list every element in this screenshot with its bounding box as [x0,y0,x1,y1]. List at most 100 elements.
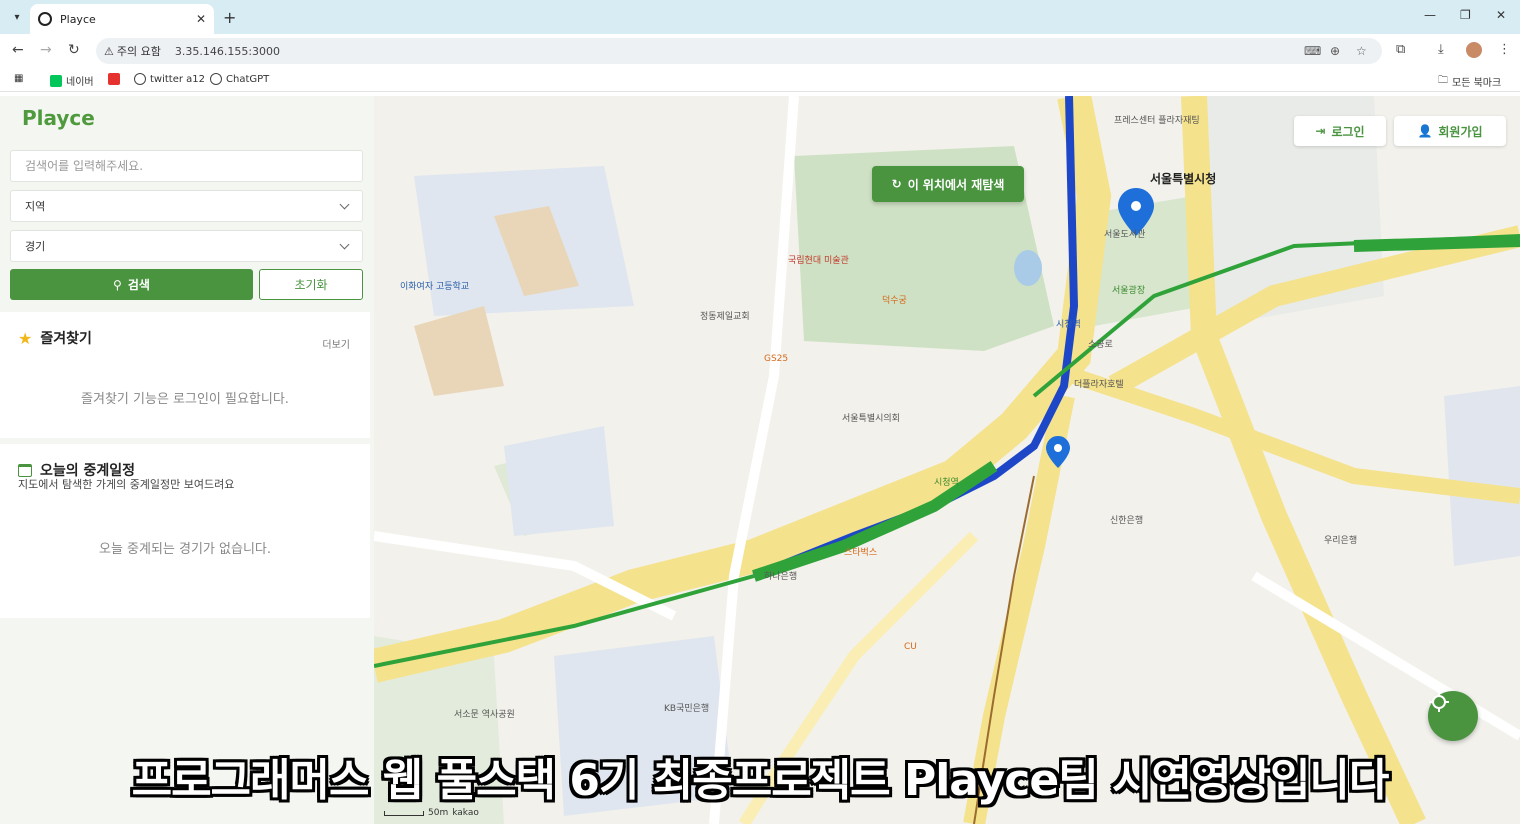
soccer-ball-icon [38,12,52,26]
menu-icon[interactable]: ⋮ [1498,42,1511,57]
side-road [1251,571,1520,741]
label-deoksugung[interactable]: 덕수궁 [882,296,907,307]
label-ewha-school[interactable]: 이화여자 고등학교 [400,282,469,293]
tab-search-icon[interactable]: ▾ [8,8,26,26]
search-input[interactable]: 검색어를 입력해주세요. [10,150,363,182]
label-cu[interactable]: CU [904,642,917,653]
bookmarks-bar: ▦ 네이버 twitter a12 ChatGPT 🗀 모든 북마크 [0,68,1520,92]
sidebar: Playce 검색어를 입력해주세요. 지역 경기 ⚲ 검색 초기화 ★ 즐겨찾… [0,96,374,824]
rescan-button[interactable]: ↻ 이 위치에서 재탐색 [872,166,1024,202]
zoom-icon[interactable]: ⊕ [1330,44,1340,58]
label-woori[interactable]: 우리은행 [1324,536,1357,547]
new-tab-icon[interactable]: + [223,8,236,27]
favorites-more-link[interactable]: 더보기 [322,336,350,351]
label-sogong-ro[interactable]: 소공로 [1088,340,1113,351]
browser-tab[interactable]: Playce ✕ [30,4,214,34]
restore-icon[interactable]: ❐ [1460,8,1471,22]
extensions-icon[interactable]: ⧉ [1396,42,1405,57]
label-city-hall[interactable]: 서울특별시청 [1150,173,1216,185]
map-canvas [374,96,1520,824]
reset-button[interactable]: 초기화 [259,269,363,300]
search-icon: ⚲ [113,277,122,292]
forward-icon[interactable]: → [40,42,52,58]
side-road [709,96,799,824]
security-warning-label: 주의 요함 [116,45,161,58]
app-logo[interactable]: Playce [22,106,95,130]
download-icon[interactable]: ⤓ [1438,42,1444,57]
label-jeongdong-church[interactable]: 정동제일교회 [700,312,750,323]
bookmark-label: twitter a12 [150,73,206,85]
bookmark-label: 네이버 [66,77,94,88]
chevron-down-icon [339,239,350,249]
label-city-hall-station[interactable]: 시청역 [1056,320,1081,331]
rescan-button-label: 이 위치에서 재탐색 [907,177,1005,192]
github-icon [134,73,146,85]
user-plus-icon: 👤 [1417,124,1433,138]
reload-icon[interactable]: ↻ [68,42,80,58]
bookmark-red-icon [108,73,120,85]
subway-line-2 [1353,235,1520,252]
bookmark-naver[interactable]: 네이버 [50,73,94,88]
label-city-hall-station-2[interactable]: 시청역 [934,478,959,489]
all-bookmarks-label: 모든 북마크 [1452,78,1502,89]
warning-icon: ⚠ [104,44,114,58]
minimize-icon[interactable]: — [1424,8,1436,22]
label-plaza[interactable]: 서울광장 [1112,286,1145,297]
tab-title: Playce [60,12,96,26]
favorites-title-label: 즐겨찾기 [40,331,92,347]
label-kb[interactable]: KB국민은행 [664,704,709,715]
no-games-message: 오늘 중계되는 경기가 없습니다. [98,542,271,557]
map-view[interactable]: 서울특별시청 서울도서관 서울광장 덕수궁 시청역 시청역 정동제일교회 이화여… [374,96,1520,824]
sports-field [414,306,504,396]
login-icon: ⇥ [1315,124,1326,138]
label-press-center[interactable]: 프레스센터 플라자재팅 [1114,116,1200,127]
game-select[interactable]: 경기 [10,230,363,262]
video-caption: 프로그래머스 웹 풀스택 6기 최종프로젝트 Playce팀 시연영상입니다 [131,755,1390,806]
security-warning[interactable]: ⚠ 주의 요함 [104,43,161,59]
all-bookmarks[interactable]: 🗀 모든 북마크 [1438,73,1501,90]
label-city-council[interactable]: 서울특별시의회 [842,414,900,425]
label-shinhan[interactable]: 신한은행 [1110,516,1143,527]
back-icon[interactable]: ← [12,42,24,58]
favorites-login-message: 즐겨찾기 기능은 로그인이 필요합니다. [81,392,289,407]
apps-grid-icon[interactable]: ▦ [14,73,23,84]
chatgpt-icon [210,73,222,85]
signup-button[interactable]: 👤 회원가입 [1394,116,1506,146]
label-national-museum[interactable]: 국립현대 미술관 [788,256,849,267]
school-area [504,426,614,536]
calendar-icon [18,463,32,477]
bookmark-3[interactable]: twitter a12 [134,73,205,85]
profile-avatar[interactable] [1466,42,1482,58]
favorites-title: ★ 즐겨찾기 [18,328,92,348]
refresh-icon: ↻ [891,177,902,191]
today-schedule-panel: 오늘의 중계일정 지도에서 탐색한 가게의 중계일정만 보여드려요 오늘 중계되… [0,444,370,618]
pond [1014,250,1042,286]
region-select[interactable]: 지역 [10,190,363,222]
bookmark-star-icon[interactable]: ☆ [1356,44,1367,58]
search-button[interactable]: ⚲ 검색 [10,269,253,300]
signup-button-label: 회원가입 [1438,124,1483,139]
crosshair-icon [1429,692,1449,712]
search-button-label: 검색 [127,278,150,292]
label-hana[interactable]: 하나은행 [764,572,797,583]
bookmark-chatgpt[interactable]: ChatGPT [210,73,269,85]
game-select-value: 경기 [25,240,46,253]
today-schedule-subtitle: 지도에서 탐색한 가게의 중계일정만 보여드려요 [18,478,235,491]
bookmark-2[interactable] [108,73,120,85]
tab-strip: ▾ Playce ✕ + — ❐ ✕ [0,0,1520,34]
label-library[interactable]: 서울도서관 [1104,230,1145,241]
label-starbucks[interactable]: 스타벅스 [844,548,877,559]
translate-icon[interactable]: ⌨ [1304,44,1321,58]
city-block [1444,386,1520,566]
close-tab-icon[interactable]: ✕ [196,12,206,26]
close-window-icon[interactable]: ✕ [1496,8,1506,22]
label-seosomun[interactable]: 서소문 역사공원 [454,710,515,721]
current-location-button[interactable] [1428,691,1478,741]
login-button[interactable]: ⇥ 로그인 [1294,116,1386,146]
naver-icon [50,74,62,87]
address-bar[interactable]: ⚠ 주의 요함 3.35.146.155:3000 ⌨ ⊕ ☆ [96,38,1382,64]
url-text: 3.35.146.155:3000 [174,44,281,58]
label-plaza-hotel[interactable]: 더플라자호텔 [1074,380,1124,391]
label-gs25[interactable]: GS25 [764,354,788,365]
map-provider: kakao [452,808,479,818]
